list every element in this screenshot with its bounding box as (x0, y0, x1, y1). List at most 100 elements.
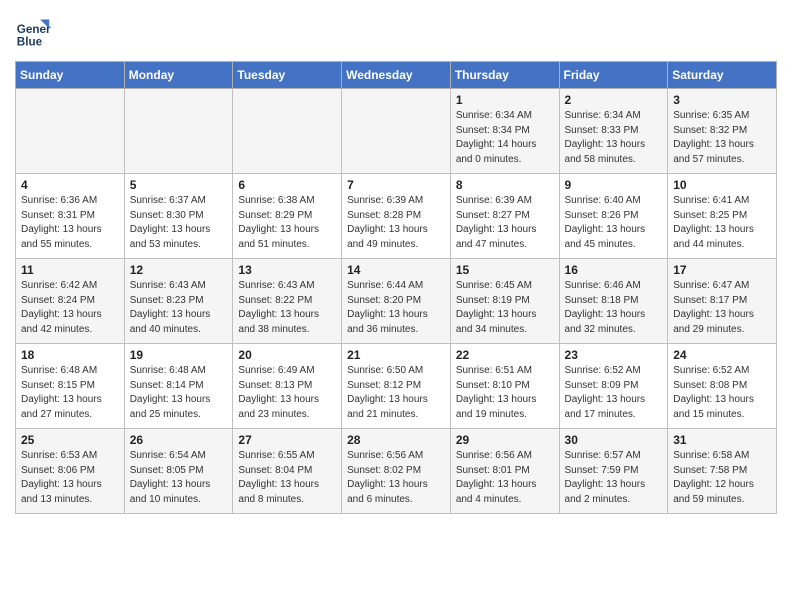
day-info: Sunrise: 6:42 AM Sunset: 8:24 PM Dayligh… (21, 279, 119, 337)
svg-text:Blue: Blue (17, 36, 43, 49)
day-info: Sunrise: 6:48 AM Sunset: 8:14 PM Dayligh… (130, 364, 228, 422)
day-info: Sunrise: 6:45 AM Sunset: 8:19 PM Dayligh… (456, 279, 554, 337)
calendar-cell: 27Sunrise: 6:55 AM Sunset: 8:04 PM Dayli… (233, 429, 342, 514)
day-number: 15 (456, 263, 554, 277)
day-number: 3 (673, 93, 771, 107)
calendar-cell: 12 Sunrise: 6:43 AM Sunset: 8:23 PM Dayli… (124, 259, 233, 344)
weekday-header-thursday: Thursday (450, 62, 559, 89)
calendar-cell: 1Sunrise: 6:34 AM Sunset: 8:34 PM Daylig… (450, 89, 559, 174)
day-info: Sunrise: 6:35 AM Sunset: 8:32 PM Dayligh… (673, 109, 771, 167)
calendar-cell: 5 Sunrise: 6:37 AM Sunset: 8:30 PM Daylig… (124, 174, 233, 259)
calendar-cell: 24 Sunrise: 6:52 AM Sunset: 8:08 PM Dayli… (668, 344, 777, 429)
day-number: 26 (130, 433, 228, 447)
day-number: 18 (21, 348, 119, 362)
calendar-week-2: 4Sunrise: 6:36 AM Sunset: 8:31 PM Daylig… (16, 174, 777, 259)
day-info: Sunrise: 6:38 AM Sunset: 8:29 PM Dayligh… (238, 194, 336, 252)
calendar-cell: 8 Sunrise: 6:39 AM Sunset: 8:27 PM Daylig… (450, 174, 559, 259)
calendar-cell: 22 Sunrise: 6:51 AM Sunset: 8:10 PM Dayli… (450, 344, 559, 429)
day-number: 28 (347, 433, 445, 447)
weekday-header-row: SundayMondayTuesdayWednesdayThursdayFrid… (16, 62, 777, 89)
day-info: Sunrise: 6:34 AM Sunset: 8:33 PM Dayligh… (565, 109, 663, 167)
day-info: Sunrise: 6:39 AM Sunset: 8:28 PM Dayligh… (347, 194, 445, 252)
calendar-cell (233, 89, 342, 174)
day-number: 29 (456, 433, 554, 447)
calendar-cell: 7 Sunrise: 6:39 AM Sunset: 8:28 PM Daylig… (342, 174, 451, 259)
calendar-cell: 6 Sunrise: 6:38 AM Sunset: 8:29 PM Daylig… (233, 174, 342, 259)
weekday-header-wednesday: Wednesday (342, 62, 451, 89)
calendar-cell: 14Sunrise: 6:44 AM Sunset: 8:20 PM Dayli… (342, 259, 451, 344)
day-number: 21 (347, 348, 445, 362)
day-info: Sunrise: 6:46 AM Sunset: 8:18 PM Dayligh… (565, 279, 663, 337)
calendar-week-3: 11 Sunrise: 6:42 AM Sunset: 8:24 PM Dayli… (16, 259, 777, 344)
day-number: 7 (347, 178, 445, 192)
day-number: 4 (21, 178, 119, 192)
calendar-cell (342, 89, 451, 174)
day-number: 14 (347, 263, 445, 277)
day-info: Sunrise: 6:34 AM Sunset: 8:34 PM Dayligh… (456, 109, 554, 167)
day-number: 5 (130, 178, 228, 192)
day-number: 25 (21, 433, 119, 447)
day-info: Sunrise: 6:52 AM Sunset: 8:09 PM Dayligh… (565, 364, 663, 422)
day-number: 16 (565, 263, 663, 277)
day-info: Sunrise: 6:58 AM Sunset: 7:58 PM Dayligh… (673, 449, 771, 507)
day-info: Sunrise: 6:53 AM Sunset: 8:06 PM Dayligh… (21, 449, 119, 507)
calendar-cell: 28 Sunrise: 6:56 AM Sunset: 8:02 PM Dayli… (342, 429, 451, 514)
calendar-cell: 15 Sunrise: 6:45 AM Sunset: 8:19 PM Dayli… (450, 259, 559, 344)
day-number: 27 (238, 433, 336, 447)
calendar-cell: 23 Sunrise: 6:52 AM Sunset: 8:09 PM Dayli… (559, 344, 668, 429)
day-info: Sunrise: 6:39 AM Sunset: 8:27 PM Dayligh… (456, 194, 554, 252)
day-info: Sunrise: 6:37 AM Sunset: 8:30 PM Dayligh… (130, 194, 228, 252)
calendar-cell: 10Sunrise: 6:41 AM Sunset: 8:25 PM Dayli… (668, 174, 777, 259)
calendar-cell: 17 Sunrise: 6:47 AM Sunset: 8:17 PM Dayli… (668, 259, 777, 344)
day-number: 8 (456, 178, 554, 192)
day-info: Sunrise: 6:43 AM Sunset: 8:22 PM Dayligh… (238, 279, 336, 337)
day-number: 10 (673, 178, 771, 192)
calendar-table: SundayMondayTuesdayWednesdayThursdayFrid… (15, 61, 777, 514)
page-header: General Blue (15, 15, 777, 51)
calendar-body: 1Sunrise: 6:34 AM Sunset: 8:34 PM Daylig… (16, 89, 777, 514)
day-number: 11 (21, 263, 119, 277)
day-info: Sunrise: 6:47 AM Sunset: 8:17 PM Dayligh… (673, 279, 771, 337)
calendar-cell: 29Sunrise: 6:56 AM Sunset: 8:01 PM Dayli… (450, 429, 559, 514)
calendar-header: SundayMondayTuesdayWednesdayThursdayFrid… (16, 62, 777, 89)
day-number: 19 (130, 348, 228, 362)
calendar-cell: 2Sunrise: 6:34 AM Sunset: 8:33 PM Daylig… (559, 89, 668, 174)
day-info: Sunrise: 6:56 AM Sunset: 8:02 PM Dayligh… (347, 449, 445, 507)
day-number: 12 (130, 263, 228, 277)
weekday-header-monday: Monday (124, 62, 233, 89)
calendar-week-5: 25 Sunrise: 6:53 AM Sunset: 8:06 PM Dayli… (16, 429, 777, 514)
day-info: Sunrise: 6:54 AM Sunset: 8:05 PM Dayligh… (130, 449, 228, 507)
calendar-cell: 11 Sunrise: 6:42 AM Sunset: 8:24 PM Dayli… (16, 259, 125, 344)
day-info: Sunrise: 6:43 AM Sunset: 8:23 PM Dayligh… (130, 279, 228, 337)
day-info: Sunrise: 6:52 AM Sunset: 8:08 PM Dayligh… (673, 364, 771, 422)
calendar-cell: 18 Sunrise: 6:48 AM Sunset: 8:15 PM Dayli… (16, 344, 125, 429)
day-number: 23 (565, 348, 663, 362)
calendar-cell: 30Sunrise: 6:57 AM Sunset: 7:59 PM Dayli… (559, 429, 668, 514)
day-info: Sunrise: 6:49 AM Sunset: 8:13 PM Dayligh… (238, 364, 336, 422)
weekday-header-tuesday: Tuesday (233, 62, 342, 89)
calendar-cell: 19 Sunrise: 6:48 AM Sunset: 8:14 PM Dayli… (124, 344, 233, 429)
day-number: 9 (565, 178, 663, 192)
day-number: 22 (456, 348, 554, 362)
calendar-week-1: 1Sunrise: 6:34 AM Sunset: 8:34 PM Daylig… (16, 89, 777, 174)
weekday-header-friday: Friday (559, 62, 668, 89)
calendar-cell: 20 Sunrise: 6:49 AM Sunset: 8:13 PM Dayli… (233, 344, 342, 429)
calendar-cell: 21 Sunrise: 6:50 AM Sunset: 8:12 PM Dayli… (342, 344, 451, 429)
day-number: 17 (673, 263, 771, 277)
day-info: Sunrise: 6:40 AM Sunset: 8:26 PM Dayligh… (565, 194, 663, 252)
day-number: 6 (238, 178, 336, 192)
calendar-cell: 3 Sunrise: 6:35 AM Sunset: 8:32 PM Daylig… (668, 89, 777, 174)
calendar-cell: 25 Sunrise: 6:53 AM Sunset: 8:06 PM Dayli… (16, 429, 125, 514)
weekday-header-sunday: Sunday (16, 62, 125, 89)
day-number: 24 (673, 348, 771, 362)
logo: General Blue (15, 15, 51, 51)
calendar-cell (16, 89, 125, 174)
day-info: Sunrise: 6:50 AM Sunset: 8:12 PM Dayligh… (347, 364, 445, 422)
day-info: Sunrise: 6:51 AM Sunset: 8:10 PM Dayligh… (456, 364, 554, 422)
day-number: 20 (238, 348, 336, 362)
day-number: 31 (673, 433, 771, 447)
day-info: Sunrise: 6:57 AM Sunset: 7:59 PM Dayligh… (565, 449, 663, 507)
calendar-cell: 13Sunrise: 6:43 AM Sunset: 8:22 PM Dayli… (233, 259, 342, 344)
calendar-cell: 16 Sunrise: 6:46 AM Sunset: 8:18 PM Dayli… (559, 259, 668, 344)
day-info: Sunrise: 6:48 AM Sunset: 8:15 PM Dayligh… (21, 364, 119, 422)
